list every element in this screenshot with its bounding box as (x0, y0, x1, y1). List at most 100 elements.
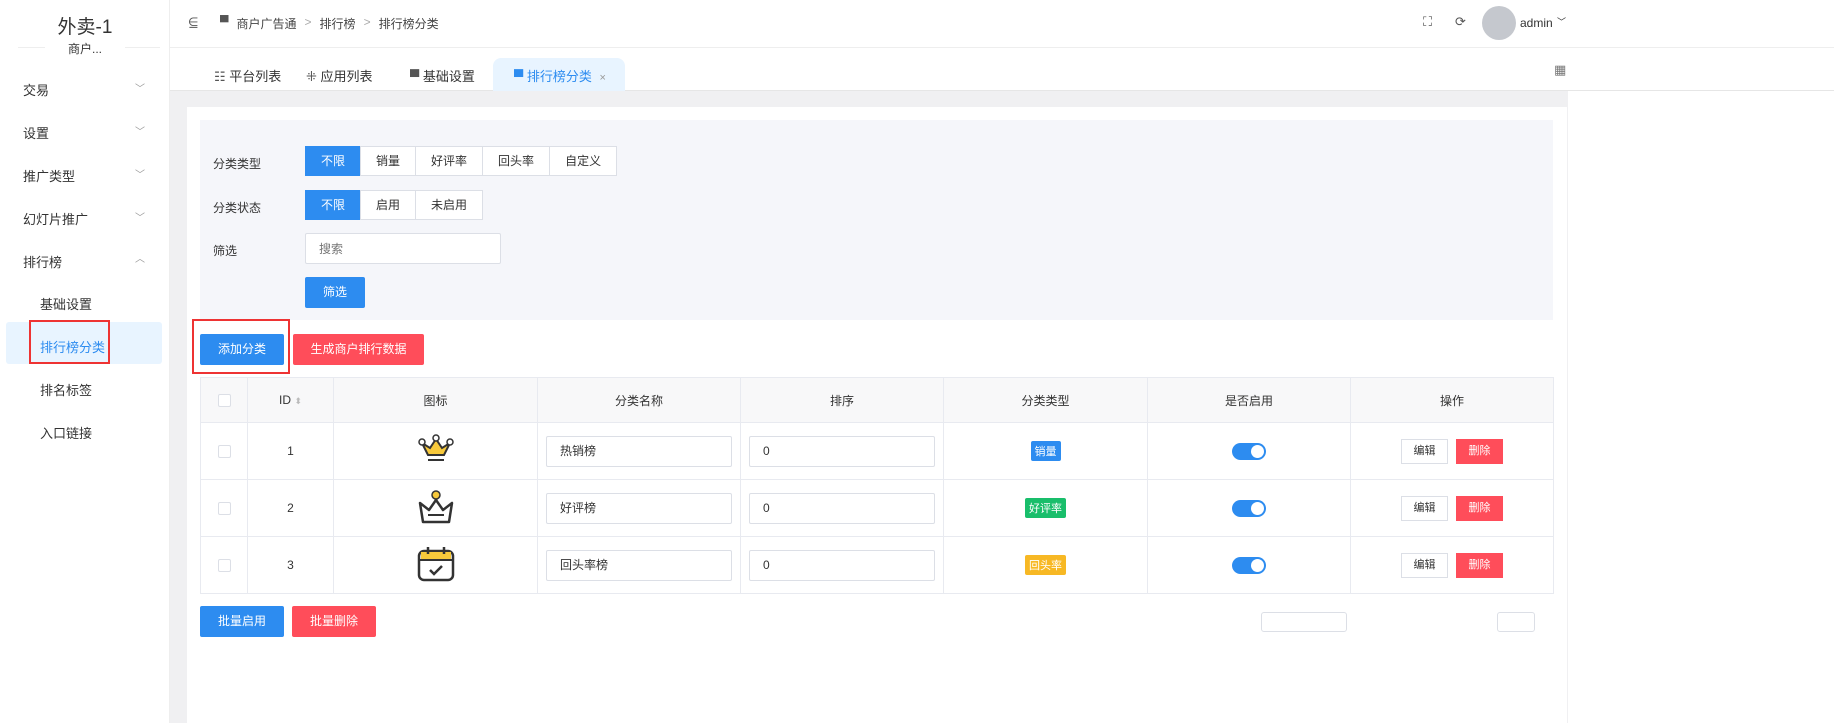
edit-button[interactable]: 编辑 (1401, 495, 1448, 521)
search-label: 筛选 (213, 244, 238, 258)
refresh-icon[interactable]: ⟳ (1455, 14, 1466, 30)
breadcrumb-item[interactable]: 排行榜 (320, 15, 356, 32)
table-row: 1 热销榜 0 销量 编辑 删除 (200, 422, 1554, 480)
delete-button[interactable]: 删除 (1456, 552, 1503, 578)
sidebar-item-trade[interactable]: 交易 (23, 80, 49, 99)
sidebar-subitem-rank-tags[interactable]: 排名标签 (40, 380, 92, 399)
type-option[interactable]: 销量 (360, 146, 417, 176)
column-header: 分类名称 (537, 377, 741, 423)
row-id: 1 (247, 422, 334, 480)
tab-ranking-category[interactable]: ▀ 排行榜分类 × (514, 66, 606, 85)
filter-button[interactable]: 筛选 (305, 277, 365, 308)
sortable-header[interactable]: ID ⬍ (247, 377, 334, 423)
sidebar-item-ranking[interactable]: 排行榜 (23, 252, 62, 271)
close-icon[interactable]: × (599, 72, 605, 84)
enabled-toggle[interactable] (1232, 499, 1266, 517)
edit-button[interactable]: 编辑 (1401, 552, 1448, 578)
type-option[interactable]: 好评率 (415, 146, 484, 176)
delete-button[interactable]: 删除 (1456, 495, 1503, 521)
monitor-icon: ▀ (220, 15, 229, 29)
table-row: 3 回头率榜 0 回头率 编辑 删除 (200, 536, 1554, 594)
column-header: 操作 (1350, 377, 1554, 423)
breadcrumb-item[interactable]: 商户广告通 (237, 15, 297, 32)
batch-enable-button[interactable]: 批量启用 (200, 606, 284, 637)
category-icon (333, 479, 538, 537)
category-icon (333, 422, 538, 480)
row-checkbox[interactable] (217, 445, 231, 459)
enabled-toggle[interactable] (1232, 442, 1266, 460)
collapse-menu-icon[interactable]: ⋸ (188, 15, 198, 29)
type-option[interactable]: 不限 (305, 146, 362, 176)
status-option[interactable]: 未启用 (415, 190, 484, 220)
category-table: ID ⬍ 图标 分类名称 排序 分类类型 是否启用 操作 1 热销榜 0 销量 … (200, 377, 1554, 594)
chevron-up-icon: ︿ (135, 254, 145, 265)
chevron-down-icon: ﹀ (135, 213, 145, 224)
tab-app-list[interactable]: ⁜ 应用列表 (306, 66, 373, 85)
grid-icon[interactable]: ▦ (1554, 62, 1566, 78)
sort-icon[interactable]: ⬍ (294, 396, 302, 406)
category-name-input[interactable]: 好评榜 (546, 492, 732, 524)
sidebar-item-slides[interactable]: 幻灯片推广 (23, 209, 88, 228)
tab-basic-settings[interactable]: ▀ 基础设置 (410, 66, 475, 85)
category-icon (333, 536, 538, 594)
add-category-button[interactable]: 添加分类 (200, 334, 284, 365)
tab-platform-list[interactable]: ☷ 平台列表 (214, 66, 281, 85)
enabled-toggle[interactable] (1232, 556, 1266, 574)
tab-label: 排行榜分类 (526, 69, 592, 84)
chevron-down-icon: ﹀ (135, 84, 145, 95)
table-row: 2 好评榜 0 好评率 编辑 删除 (200, 479, 1554, 537)
sidebar-item-settings[interactable]: 设置 (23, 123, 49, 142)
page-size-select[interactable] (1261, 612, 1347, 632)
breadcrumb: ▀ 商户广告通 > 排行榜 > 排行榜分类 (220, 15, 439, 32)
table-header: ID ⬍ 图标 分类名称 排序 分类类型 是否启用 操作 (200, 377, 1554, 423)
row-id: 2 (247, 479, 334, 537)
tab-label: 平台列表 (229, 69, 282, 84)
column-header: 分类类型 (943, 377, 1148, 423)
sidebar-subitem-ranking-category[interactable]: 排行榜分类 (40, 337, 105, 356)
list-icon: ☷ (214, 69, 226, 84)
top-header: ⋸ ▀ 商户广告通 > 排行榜 > 排行榜分类 ⛶ ⟳ admin ﹀ (170, 0, 1834, 48)
sort-input[interactable]: 0 (749, 435, 935, 467)
type-badge: 销量 (1030, 441, 1061, 461)
status-option[interactable]: 启用 (360, 190, 417, 220)
chevron-down-icon: ﹀ (135, 170, 145, 181)
search-input[interactable] (305, 233, 501, 264)
sidebar-item-promo-type[interactable]: 推广类型 (23, 166, 75, 185)
chevron-down-icon: ﹀ (135, 127, 145, 138)
type-option[interactable]: 自定义 (549, 146, 618, 176)
type-badge: 回头率 (1025, 555, 1066, 575)
delete-button[interactable]: 删除 (1456, 438, 1503, 464)
column-header: 排序 (740, 377, 944, 423)
sidebar: 外卖-1 商户... 交易 ﹀ 设置 ﹀ 推广类型 ﹀ 幻灯片推广 ﹀ 排行榜 ︿ 基础设… (0, 0, 170, 723)
avatar[interactable] (1482, 6, 1516, 40)
generate-ranking-button[interactable]: 生成商户排行数据 (293, 334, 424, 365)
row-checkbox[interactable] (217, 559, 231, 573)
status-filter: 不限 启用 未启用 (305, 190, 484, 220)
sidebar-subitem-entry-links[interactable]: 入口链接 (40, 423, 92, 442)
type-label: 分类类型 (213, 157, 262, 171)
status-label: 分类状态 (213, 201, 262, 215)
type-filter: 不限 销量 好评率 回头率 自定义 (305, 146, 618, 176)
row-checkbox[interactable] (217, 502, 231, 516)
fullscreen-icon[interactable]: ⛶ (1423, 14, 1432, 30)
page-jump-input[interactable] (1497, 612, 1535, 632)
category-name-input[interactable]: 热销榜 (546, 435, 732, 467)
apps-icon: ⁜ (306, 69, 317, 84)
column-header: 是否启用 (1147, 377, 1351, 423)
chevron-down-icon: ﹀ (1557, 17, 1567, 27)
sort-input[interactable]: 0 (749, 492, 935, 524)
monitor-icon: ▀ (410, 69, 420, 84)
app-subtitle: 商户... (45, 40, 125, 57)
category-name-input[interactable]: 回头率榜 (546, 549, 732, 581)
select-all-checkbox[interactable] (217, 394, 231, 408)
tab-label: 基础设置 (422, 69, 475, 84)
edit-button[interactable]: 编辑 (1401, 438, 1448, 464)
status-option[interactable]: 不限 (305, 190, 362, 220)
type-option[interactable]: 回头率 (482, 146, 551, 176)
sort-input[interactable]: 0 (749, 549, 935, 581)
batch-delete-button[interactable]: 批量删除 (292, 606, 376, 637)
type-badge: 好评率 (1025, 498, 1066, 518)
user-name[interactable]: admin (1520, 16, 1553, 30)
app-title: 外卖-1 (57, 17, 113, 38)
sidebar-subitem-basic[interactable]: 基础设置 (40, 294, 92, 313)
